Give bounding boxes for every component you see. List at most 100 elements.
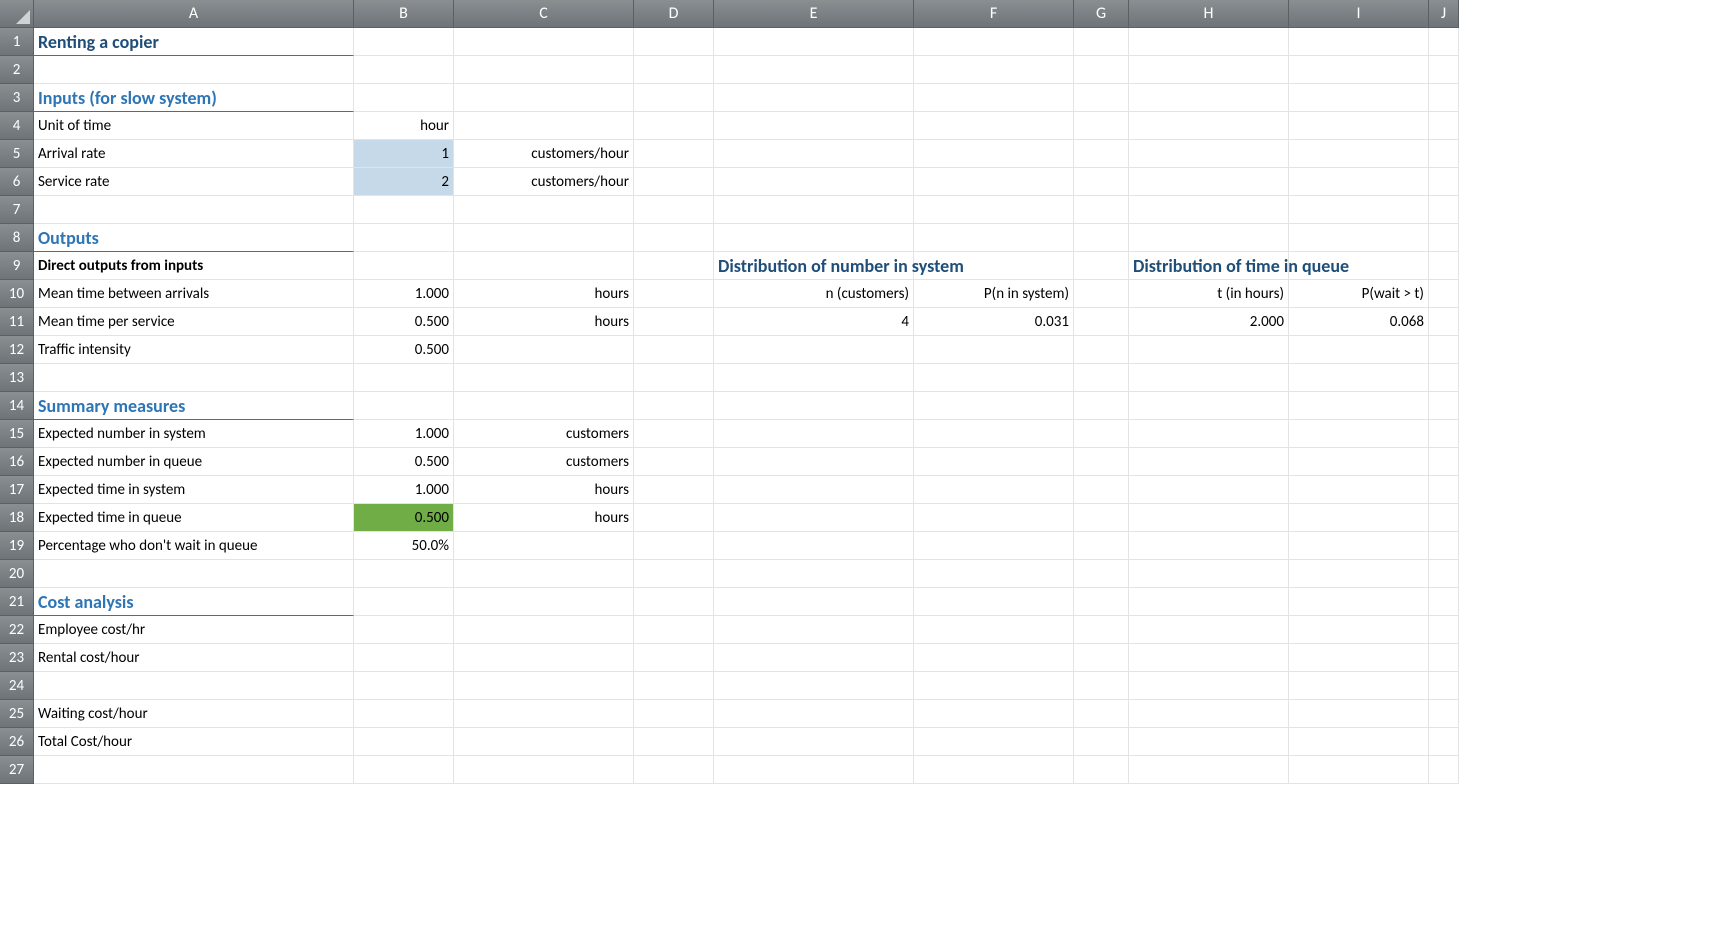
cell-G14[interactable] — [1074, 392, 1129, 420]
cell-C17[interactable]: hours — [454, 476, 634, 504]
cell-I3[interactable] — [1289, 84, 1429, 112]
cell-D5[interactable] — [634, 140, 714, 168]
cell-A3[interactable]: Inputs (for slow system) — [34, 84, 354, 112]
cell-F11[interactable]: 0.031 — [914, 308, 1074, 336]
cell-C8[interactable] — [454, 224, 634, 252]
cell-F25[interactable] — [914, 700, 1074, 728]
row-header-11[interactable]: 11 — [0, 308, 34, 336]
cell-B14[interactable] — [354, 392, 454, 420]
cell-E22[interactable] — [714, 616, 914, 644]
cell-D12[interactable] — [634, 336, 714, 364]
col-header-A[interactable]: A — [34, 0, 354, 28]
cell-B24[interactable] — [354, 672, 454, 700]
cell-C21[interactable] — [454, 588, 634, 616]
cell-D4[interactable] — [634, 112, 714, 140]
cell-F13[interactable] — [914, 364, 1074, 392]
cell-F22[interactable] — [914, 616, 1074, 644]
cell-I8[interactable] — [1289, 224, 1429, 252]
cell-H2[interactable] — [1129, 56, 1289, 84]
cell-F7[interactable] — [914, 196, 1074, 224]
cell-D14[interactable] — [634, 392, 714, 420]
col-header-D[interactable]: D — [634, 0, 714, 28]
cell-G8[interactable] — [1074, 224, 1129, 252]
cell-I4[interactable] — [1289, 112, 1429, 140]
cell-I21[interactable] — [1289, 588, 1429, 616]
cell-D9[interactable] — [634, 252, 714, 280]
cell-C6[interactable]: customers/hour — [454, 168, 634, 196]
cell-H9[interactable]: Distribution of time in queue — [1129, 252, 1289, 280]
cell-G3[interactable] — [1074, 84, 1129, 112]
cell-G6[interactable] — [1074, 168, 1129, 196]
cell-I18[interactable] — [1289, 504, 1429, 532]
cell-A27[interactable] — [34, 756, 354, 784]
cell-H17[interactable] — [1129, 476, 1289, 504]
cell-E11[interactable]: 4 — [714, 308, 914, 336]
row-header-21[interactable]: 21 — [0, 588, 34, 616]
cell-B4[interactable]: hour — [354, 112, 454, 140]
row-header-23[interactable]: 23 — [0, 644, 34, 672]
cell-J7[interactable] — [1429, 196, 1459, 224]
cell-D10[interactable] — [634, 280, 714, 308]
cell-H11[interactable]: 2.000 — [1129, 308, 1289, 336]
cell-B5[interactable]: 1 — [354, 140, 454, 168]
cell-B20[interactable] — [354, 560, 454, 588]
cell-H8[interactable] — [1129, 224, 1289, 252]
cell-E8[interactable] — [714, 224, 914, 252]
cell-G13[interactable] — [1074, 364, 1129, 392]
cell-B3[interactable] — [354, 84, 454, 112]
cell-G1[interactable] — [1074, 28, 1129, 56]
cell-F26[interactable] — [914, 728, 1074, 756]
row-header-3[interactable]: 3 — [0, 84, 34, 112]
cell-H6[interactable] — [1129, 168, 1289, 196]
cell-B25[interactable] — [354, 700, 454, 728]
cell-J20[interactable] — [1429, 560, 1459, 588]
cell-B6[interactable]: 2 — [354, 168, 454, 196]
cell-E10[interactable]: n (customers) — [714, 280, 914, 308]
cell-J1[interactable] — [1429, 28, 1459, 56]
cell-G25[interactable] — [1074, 700, 1129, 728]
cell-C22[interactable] — [454, 616, 634, 644]
cell-I26[interactable] — [1289, 728, 1429, 756]
cell-A18[interactable]: Expected time in queue — [34, 504, 354, 532]
cell-E20[interactable] — [714, 560, 914, 588]
cell-H24[interactable] — [1129, 672, 1289, 700]
cell-E14[interactable] — [714, 392, 914, 420]
cell-G20[interactable] — [1074, 560, 1129, 588]
cell-H15[interactable] — [1129, 420, 1289, 448]
cell-E2[interactable] — [714, 56, 914, 84]
cell-J5[interactable] — [1429, 140, 1459, 168]
cell-C15[interactable]: customers — [454, 420, 634, 448]
cell-J16[interactable] — [1429, 448, 1459, 476]
cell-C25[interactable] — [454, 700, 634, 728]
cell-G17[interactable] — [1074, 476, 1129, 504]
cell-B1[interactable] — [354, 28, 454, 56]
cell-D27[interactable] — [634, 756, 714, 784]
cell-I7[interactable] — [1289, 196, 1429, 224]
cell-A5[interactable]: Arrival rate — [34, 140, 354, 168]
cell-C7[interactable] — [454, 196, 634, 224]
cell-E5[interactable] — [714, 140, 914, 168]
row-header-10[interactable]: 10 — [0, 280, 34, 308]
cell-G5[interactable] — [1074, 140, 1129, 168]
cell-B11[interactable]: 0.500 — [354, 308, 454, 336]
cell-A25[interactable]: Waiting cost/hour — [34, 700, 354, 728]
cell-F14[interactable] — [914, 392, 1074, 420]
cell-D23[interactable] — [634, 644, 714, 672]
col-header-I[interactable]: I — [1289, 0, 1429, 28]
row-header-8[interactable]: 8 — [0, 224, 34, 252]
cell-F23[interactable] — [914, 644, 1074, 672]
cell-F24[interactable] — [914, 672, 1074, 700]
cell-H1[interactable] — [1129, 28, 1289, 56]
row-header-17[interactable]: 17 — [0, 476, 34, 504]
cell-D18[interactable] — [634, 504, 714, 532]
cell-E17[interactable] — [714, 476, 914, 504]
cell-I23[interactable] — [1289, 644, 1429, 672]
cell-G7[interactable] — [1074, 196, 1129, 224]
col-header-F[interactable]: F — [914, 0, 1074, 28]
row-header-22[interactable]: 22 — [0, 616, 34, 644]
cell-D16[interactable] — [634, 448, 714, 476]
cell-B22[interactable] — [354, 616, 454, 644]
cell-D1[interactable] — [634, 28, 714, 56]
cell-B16[interactable]: 0.500 — [354, 448, 454, 476]
cell-D20[interactable] — [634, 560, 714, 588]
